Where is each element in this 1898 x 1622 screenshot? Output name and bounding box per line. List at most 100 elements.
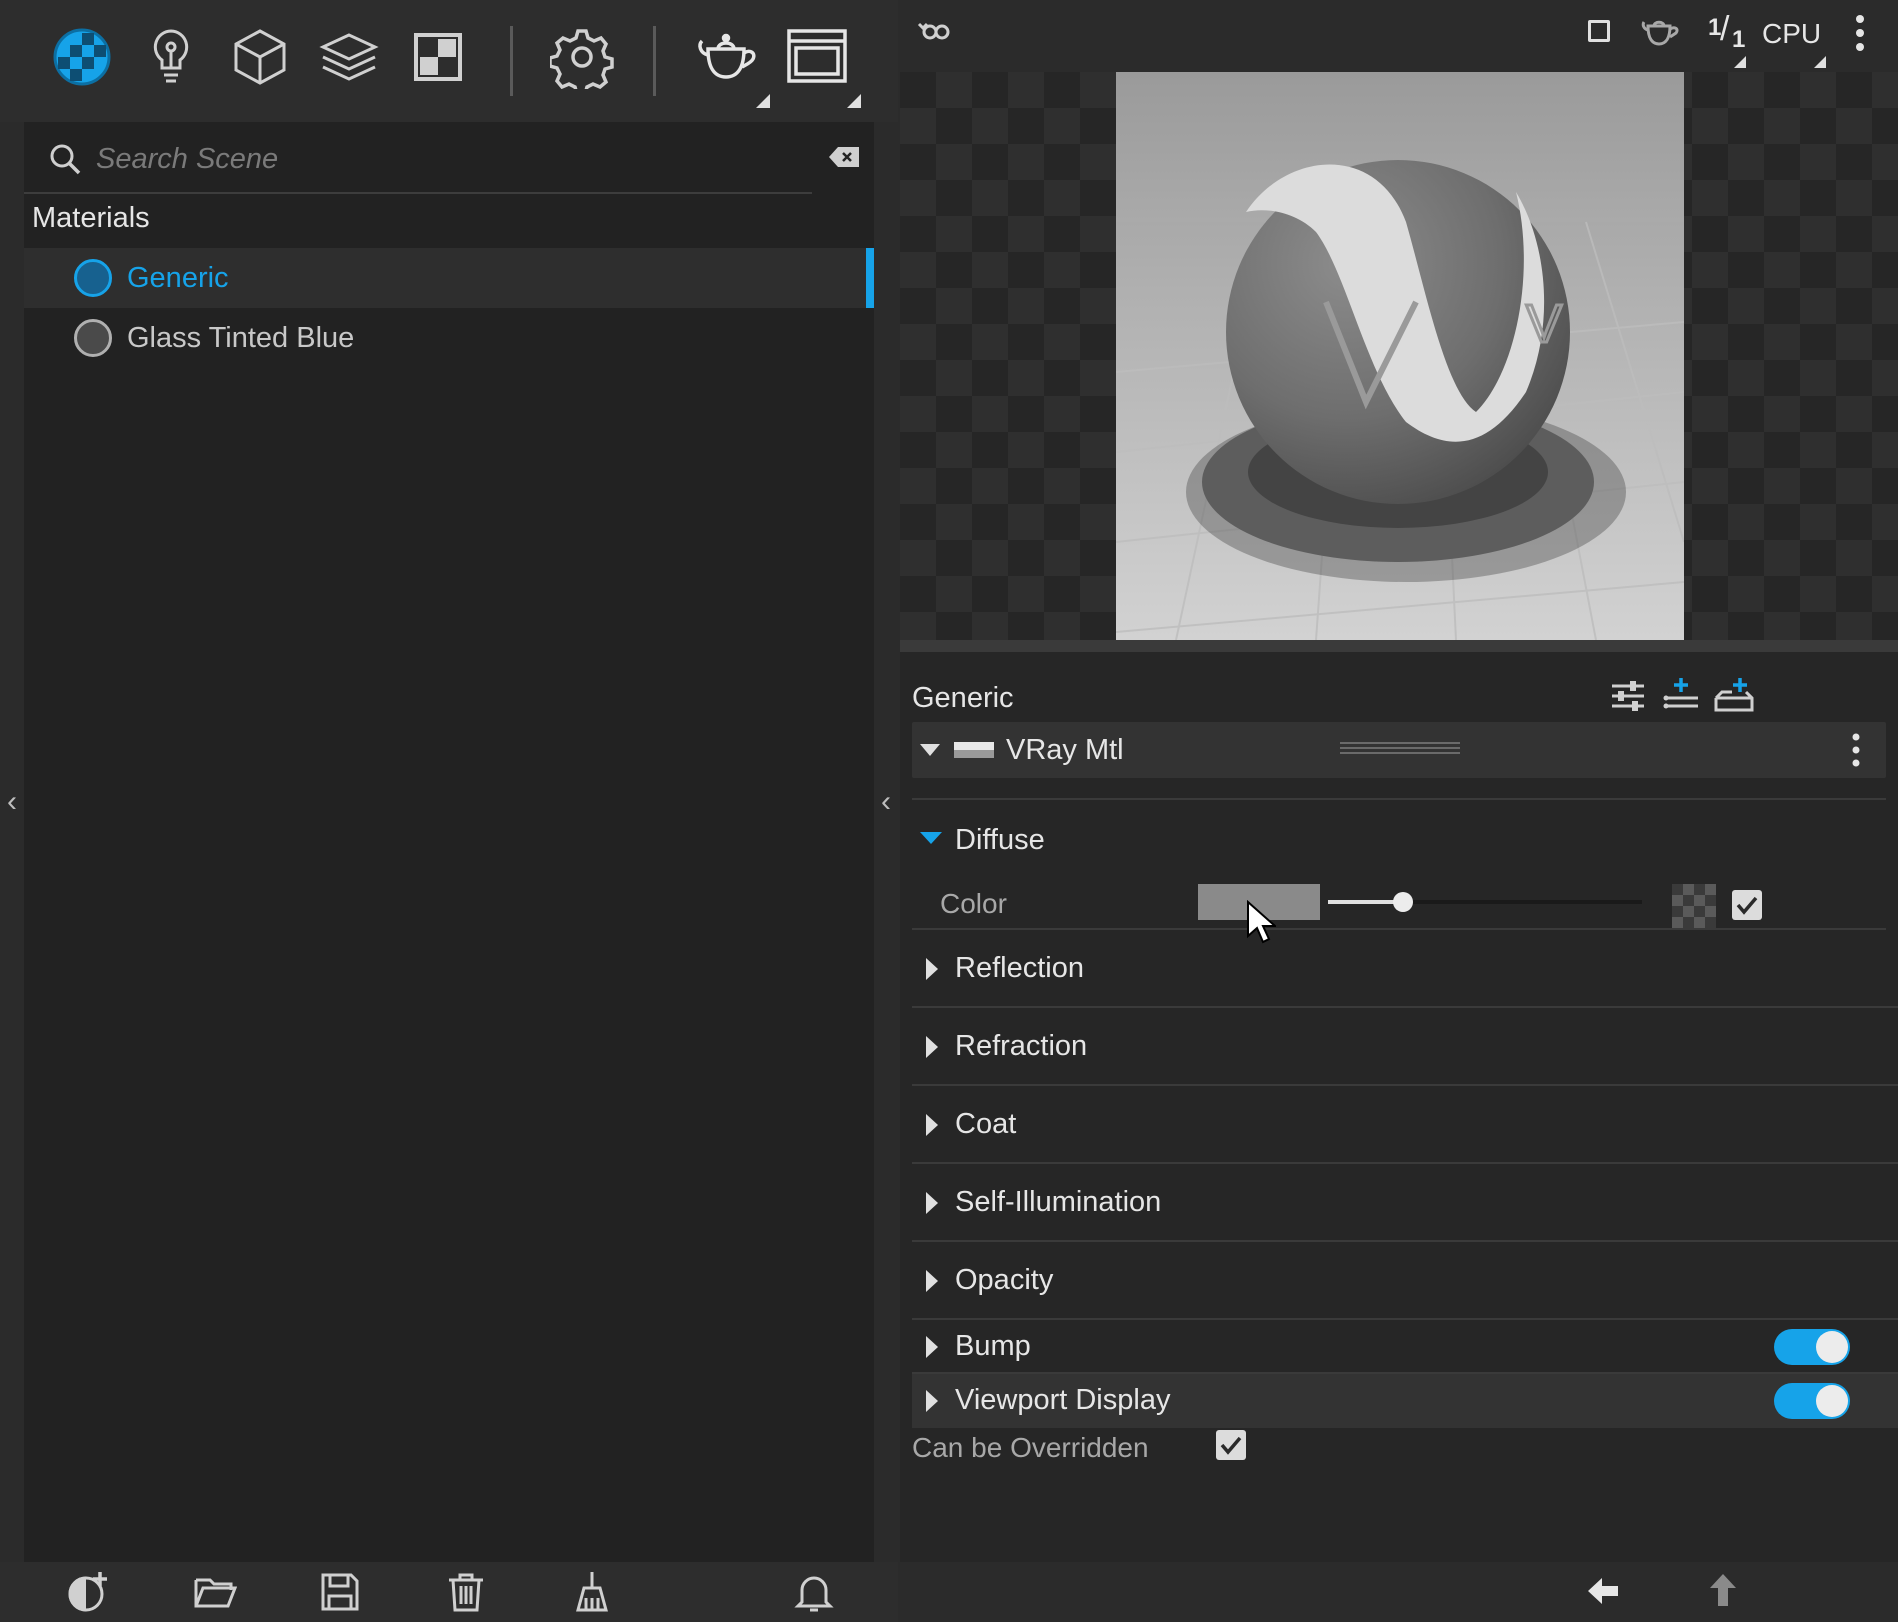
material-sphere-icon (74, 259, 112, 297)
infinite-render-icon[interactable] (916, 14, 956, 50)
fraction-slash: / (1720, 10, 1730, 48)
expand-triangle-icon[interactable] (926, 958, 938, 980)
material-item-label: Generic (127, 261, 229, 294)
material-properties: Generic VRay Mtl Diffuse Color Can be Ov… (900, 652, 1898, 1562)
drag-handle[interactable] (1340, 742, 1460, 756)
section-label: Coat (955, 1108, 1017, 1140)
filter-sliders-icon[interactable] (1610, 680, 1646, 712)
diffuse-slider-fill (1328, 900, 1404, 904)
section-label: Viewport Display (955, 1384, 1171, 1416)
textures-icon[interactable] (403, 22, 473, 92)
expand-triangle-icon[interactable] (926, 1390, 938, 1412)
section-coat[interactable]: Coat (912, 1086, 1898, 1164)
geometry-icon[interactable] (225, 22, 295, 92)
fraction-denominator: 1 (1732, 26, 1746, 53)
add-material-icon[interactable] (64, 1568, 112, 1616)
expand-triangle-icon[interactable] (920, 832, 942, 844)
layer-kebab-icon[interactable] (1850, 732, 1862, 768)
material-item-label: Glass Tinted Blue (127, 321, 355, 354)
main-toolbar (0, 0, 898, 122)
diffuse-enable-checkbox[interactable] (1732, 890, 1762, 920)
toolbar-separator (653, 26, 656, 96)
search-bar (24, 122, 874, 194)
preview-sphere-image: V (1116, 160, 1684, 640)
layer-type-label: VRay Mtl (1006, 734, 1124, 766)
divider (912, 798, 1886, 800)
selection-indicator (866, 248, 874, 308)
search-underline (24, 192, 812, 194)
material-item-generic[interactable]: Generic (24, 248, 874, 308)
section-reflection[interactable]: Reflection (912, 930, 1898, 1008)
materials-category-header: Materials (32, 202, 150, 234)
render-options-indicator[interactable] (756, 94, 770, 108)
editor-bottom-bar (900, 1562, 1898, 1622)
section-label[interactable]: Diffuse (955, 824, 1045, 857)
engine-options-indicator[interactable] (1814, 56, 1826, 68)
render-teapot-icon[interactable] (691, 22, 761, 92)
collapse-panel-chevron-icon[interactable]: ‹ (876, 782, 896, 822)
render-engine-label[interactable]: CPU (1762, 18, 1821, 50)
vray-mtl-layer-header[interactable]: VRay Mtl (912, 722, 1886, 778)
asset-editor-panel: 1 / 1 CPU V Generic VRay Mtl Diffuse Col… (900, 0, 1898, 1622)
material-preview-viewport[interactable]: V (900, 72, 1898, 640)
render-region-icon[interactable] (1588, 20, 1610, 42)
toggle-knob (1816, 1385, 1848, 1417)
section-refraction[interactable]: Refraction (912, 1008, 1898, 1086)
expand-triangle-icon[interactable] (926, 1036, 938, 1058)
section-label: Opacity (955, 1264, 1054, 1296)
render-resolution-fraction[interactable]: 1 / 1 (1706, 10, 1752, 53)
section-bump[interactable]: Bump (912, 1320, 1898, 1374)
section-self-illumination[interactable]: Self-Illumination (912, 1164, 1898, 1242)
can-be-overridden-checkbox[interactable] (1216, 1430, 1246, 1460)
section-label: Bump (955, 1330, 1031, 1362)
override-label: Can be Overridden (912, 1432, 1149, 1463)
bump-toggle[interactable] (1774, 1329, 1850, 1365)
clear-search-icon[interactable] (828, 146, 860, 168)
add-layer-icon[interactable] (1662, 676, 1700, 714)
scene-outliner: Materials Generic Glass Tinted Blue (24, 122, 874, 1562)
diffuse-slider-knob[interactable] (1393, 892, 1414, 912)
viewport-splitter[interactable] (900, 640, 1898, 652)
preview-scene-teapot-icon[interactable] (1640, 14, 1680, 48)
material-sphere-icon (74, 319, 112, 357)
expand-triangle-icon[interactable] (926, 1270, 938, 1292)
toggle-knob (1816, 1331, 1848, 1363)
frame-buffer-icon[interactable] (782, 22, 852, 92)
lights-icon[interactable] (136, 22, 206, 92)
settings-gear-icon[interactable] (547, 22, 617, 92)
resolution-options-indicator[interactable] (1734, 56, 1746, 68)
expand-triangle-icon[interactable] (926, 1336, 938, 1358)
toolbar-separator (510, 26, 513, 96)
collapse-left-chevron-icon[interactable]: ‹ (2, 782, 22, 822)
material-item-glass-tinted-blue[interactable]: Glass Tinted Blue (24, 308, 874, 368)
render-logo-text: V (1526, 294, 1562, 354)
material-name-title: Generic (912, 682, 1014, 714)
more-options-kebab-icon[interactable] (1854, 14, 1866, 52)
section-label: Refraction (955, 1030, 1088, 1062)
back-arrow-icon[interactable] (1586, 1576, 1620, 1606)
material-preview-render: V (1116, 72, 1684, 640)
section-label: Self-Illumination (955, 1186, 1162, 1218)
delete-trash-icon[interactable] (442, 1568, 490, 1616)
search-icon (50, 144, 81, 175)
purge-broom-icon[interactable] (568, 1568, 616, 1616)
viewport-display-toggle[interactable] (1774, 1383, 1850, 1419)
texture-map-slot-icon[interactable] (1672, 884, 1716, 928)
frame-buffer-options-indicator[interactable] (847, 94, 861, 108)
notifications-bell-icon[interactable] (790, 1568, 838, 1616)
layers-icon[interactable] (314, 22, 384, 92)
open-folder-icon[interactable] (191, 1568, 239, 1616)
section-opacity[interactable]: Opacity (912, 1242, 1898, 1320)
expand-triangle-icon[interactable] (926, 1192, 938, 1214)
asset-editor-icon[interactable] (47, 22, 117, 92)
expand-triangle-icon[interactable] (926, 1114, 938, 1136)
save-disk-icon[interactable] (316, 1568, 364, 1616)
section-label: Reflection (955, 952, 1084, 984)
up-arrow-icon[interactable] (1708, 1572, 1738, 1608)
collapse-triangle-icon[interactable] (920, 744, 940, 756)
color-param-label: Color (940, 888, 1007, 919)
section-viewport-display[interactable]: Viewport Display (912, 1374, 1898, 1428)
search-input[interactable] (94, 136, 738, 182)
layer-color-swatch (954, 742, 994, 758)
add-to-library-icon[interactable] (1714, 676, 1754, 714)
